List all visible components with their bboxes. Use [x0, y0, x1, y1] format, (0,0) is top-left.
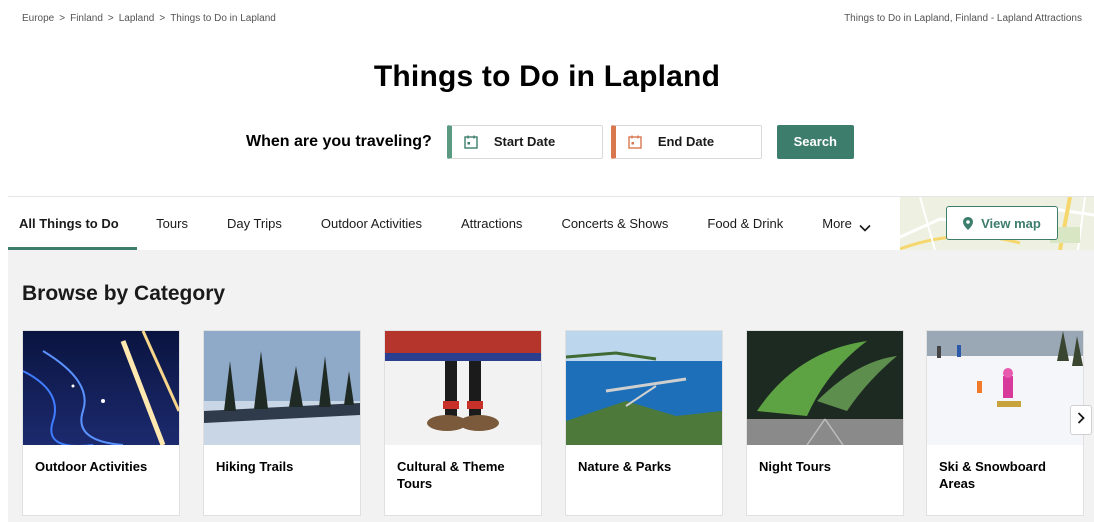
category-image	[747, 331, 903, 445]
tab-outdoor-activities[interactable]: Outdoor Activities	[301, 197, 441, 250]
start-date-field[interactable]: Start Date	[446, 124, 603, 159]
tab-label: Tours	[156, 216, 188, 231]
breadcrumb-europe[interactable]: Europe	[22, 13, 54, 24]
breadcrumb-finland[interactable]: Finland	[70, 13, 103, 24]
tab-tours[interactable]: Tours	[137, 197, 208, 250]
tab-label: More	[822, 216, 852, 231]
category-label: Nature & Parks	[578, 459, 672, 474]
breadcrumb-separator: >	[159, 13, 166, 24]
end-date-label: End Date	[657, 134, 715, 149]
page-title: Things to Do in Lapland	[373, 60, 721, 93]
search-button[interactable]: Search	[776, 124, 854, 159]
category-image	[204, 331, 360, 445]
top-bar: Europe > Finland > Lapland > Things to D…	[0, 0, 1094, 36]
page-subtitle: Things to Do in Lapland, Finland - Lapla…	[844, 13, 1082, 24]
category-image	[23, 331, 179, 445]
calendar-icon	[464, 135, 478, 149]
category-image	[385, 331, 541, 445]
category-label: Hiking Trails	[216, 459, 294, 474]
category-card-cultural-theme-tours[interactable]: Cultural & Theme Tours	[384, 330, 542, 516]
category-card-night-tours[interactable]: Night Tours	[746, 330, 904, 516]
view-map-label: View map	[981, 215, 1041, 231]
category-label: Outdoor Activities	[35, 459, 148, 474]
tab-food-drink[interactable]: Food & Drink	[688, 197, 803, 250]
tab-concerts-shows[interactable]: Concerts & Shows	[542, 197, 688, 250]
tab-attractions[interactable]: Attractions	[442, 197, 542, 250]
chevron-right-icon	[1077, 411, 1085, 429]
category-image	[566, 331, 722, 445]
tab-label: Outdoor Activities	[320, 216, 423, 231]
tab-label: Day Trips	[226, 216, 282, 231]
category-card-nature-parks[interactable]: Nature & Parks	[565, 330, 723, 516]
travel-question: When are you traveling?	[246, 132, 432, 150]
category-card-hiking-trails[interactable]: Hiking Trails	[203, 330, 361, 516]
start-date-label: Start Date	[493, 134, 556, 149]
category-card-outdoor-activities[interactable]: Outdoor Activities	[22, 330, 180, 516]
chevron-down-icon	[859, 220, 871, 232]
tab-label: Food & Drink	[707, 216, 784, 231]
tab-day-trips[interactable]: Day Trips	[207, 197, 301, 250]
breadcrumb-current: Things to Do in Lapland	[170, 13, 276, 24]
browse-section: Browse by Category Outdoor Activities Hi…	[8, 250, 1094, 522]
breadcrumb: Europe > Finland > Lapland > Things to D…	[22, 13, 276, 24]
category-label: Cultural & Theme Tours	[397, 459, 505, 491]
category-card-ski-snowboard[interactable]: Ski & Snowboard Areas	[926, 330, 1084, 516]
category-label: Night Tours	[759, 459, 831, 474]
breadcrumb-lapland[interactable]: Lapland	[119, 13, 155, 24]
category-label: Ski & Snowboard Areas	[939, 459, 1046, 491]
breadcrumb-separator: >	[107, 13, 114, 24]
end-date-field[interactable]: End Date	[610, 124, 762, 159]
tab-label: Attractions	[461, 216, 523, 231]
browse-title: Browse by Category	[22, 282, 226, 305]
view-map-button[interactable]: View map	[946, 206, 1058, 240]
date-picker-row: When are you traveling? Start Date End D…	[246, 124, 854, 159]
category-image	[927, 331, 1083, 445]
breadcrumb-separator: >	[59, 13, 66, 24]
tab-all-things-to-do[interactable]: All Things to Do	[8, 197, 137, 250]
tab-more[interactable]: More	[803, 197, 891, 250]
tab-label: All Things to Do	[19, 216, 119, 231]
carousel-next-button[interactable]	[1070, 405, 1092, 435]
map-pin-icon	[963, 216, 974, 230]
tab-label: Concerts & Shows	[561, 216, 669, 231]
calendar-icon	[628, 135, 642, 149]
